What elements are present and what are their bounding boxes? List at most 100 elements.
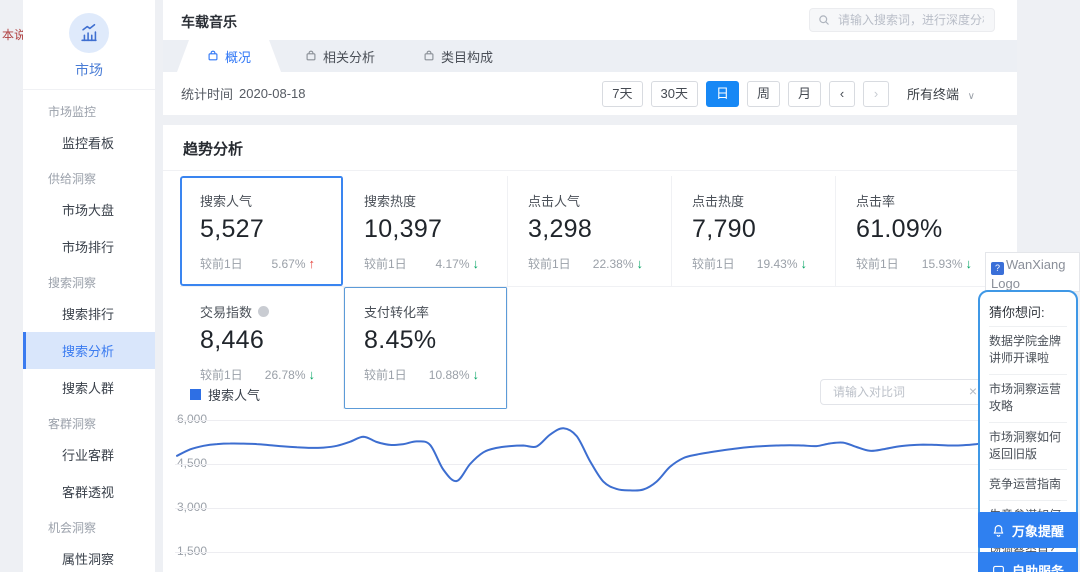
card-search-heat[interactable]: 搜索热度 10,397 较前1日 4.17% ↓ <box>344 176 508 286</box>
empty-cell <box>672 287 836 409</box>
card-search-popularity[interactable]: 搜索人气 5,527 较前1日 5.67%↑ <box>180 176 344 286</box>
change-value: 19.43% <box>757 257 798 271</box>
metric-cards: 搜索人气 5,527 较前1日 5.67%↑ 搜索热度 10,397 较前1日 … <box>180 176 1000 409</box>
compare-label: 较前1日 <box>200 255 243 272</box>
terminal-dropdown[interactable]: 所有终端 ∨ <box>907 84 975 103</box>
chat-icon <box>992 564 1005 572</box>
bag-icon <box>207 50 219 62</box>
card-label: 支付转化率 <box>364 302 503 321</box>
suggestion-item[interactable]: 市场洞察运营攻略 <box>989 374 1067 422</box>
legend-label: 搜索人气 <box>208 385 260 404</box>
stat-time-label: 统计时间 <box>181 84 233 103</box>
tab-overview[interactable]: 概况 <box>177 40 281 72</box>
sidebar-item-search-audience[interactable]: 搜索人群 <box>23 369 155 406</box>
down-arrow-icon: ↓ <box>473 256 480 271</box>
main-content: 车载音乐 概况 <box>163 0 1017 572</box>
card-label-text: 交易指数 <box>200 302 252 321</box>
tab-category-composition[interactable]: 类目构成 <box>399 40 517 72</box>
info-icon[interactable] <box>258 306 269 317</box>
wanxiang-reminder-button[interactable]: 万象提醒 <box>978 512 1078 548</box>
card-label: 点击人气 <box>528 191 667 210</box>
suggestion-item[interactable]: 市场洞察如何返回旧版 <box>989 422 1067 470</box>
sidebar-item-monitor-board[interactable]: 监控看板 <box>23 124 155 161</box>
suggestion-item[interactable]: 数据学院金牌讲师开课啦 <box>989 326 1067 374</box>
down-arrow-icon: ↓ <box>473 367 480 382</box>
tab-strip: 概况 相关分析 类目构成 <box>163 40 1017 72</box>
date-range-group: 7天 30天 日 周 月 ‹ › <box>602 81 889 107</box>
nav-group-search-insight: 搜索洞察 <box>23 265 155 295</box>
range-month-button[interactable]: 月 <box>788 81 821 107</box>
card-label: 搜索人气 <box>200 191 339 210</box>
card-value: 61.09% <box>856 215 996 244</box>
card-click-popularity[interactable]: 点击人气 3,298 较前1日 22.38%↓ <box>508 176 672 286</box>
down-arrow-icon: ↓ <box>637 256 644 271</box>
trend-analysis-block: 趋势分析 搜索人气 5,527 较前1日 5.67%↑ 搜索热度 10,397 <box>163 125 1017 572</box>
range-7d-button[interactable]: 7天 <box>602 81 642 107</box>
keyword-search-box[interactable] <box>809 8 995 32</box>
card-value: 8,446 <box>200 326 339 355</box>
card-label: 搜索热度 <box>364 191 503 210</box>
sidebar-app-block[interactable]: 市场 <box>23 0 155 90</box>
change-value: 5.67% <box>271 257 305 271</box>
trend-title: 趋势分析 <box>163 125 1017 171</box>
compare-label: 较前1日 <box>528 255 571 272</box>
range-week-button[interactable]: 周 <box>747 81 780 107</box>
panel-title: 猜你想问: <box>989 300 1067 326</box>
card-click-rate[interactable]: 点击率 61.09% 较前1日 15.93%↓ <box>836 176 1000 286</box>
change-value: 26.78% <box>265 368 306 382</box>
compare-label: 较前1日 <box>364 255 407 272</box>
broken-image-icon: ? <box>991 262 1004 275</box>
chart-legend: 搜索人气 <box>190 385 260 404</box>
sidebar-item-customer-perspective[interactable]: 客群透视 <box>23 473 155 510</box>
next-period-button[interactable]: › <box>863 81 889 107</box>
sidebar-item-industry-customers[interactable]: 行业客群 <box>23 436 155 473</box>
clear-icon[interactable]: × <box>969 383 977 399</box>
sidebar-nav: 市场监控 监控看板 供给洞察 市场大盘 市场排行 搜索洞察 搜索排行 搜索分析 … <box>23 90 155 572</box>
card-value: 3,298 <box>528 215 667 244</box>
down-arrow-icon: ↓ <box>966 256 973 271</box>
suggestion-item[interactable]: 竞争运营指南 <box>989 469 1067 499</box>
sidebar-item-attribute-insight[interactable]: 属性洞察 <box>23 540 155 572</box>
sidebar-item-market-ranking[interactable]: 市场排行 <box>23 228 155 265</box>
card-payment-conversion[interactable]: 支付转化率 8.45% 较前1日 10.88%↓ <box>344 287 508 409</box>
sidebar-item-search-ranking[interactable]: 搜索排行 <box>23 295 155 332</box>
sidebar-app-label: 市场 <box>23 60 155 80</box>
bag-icon <box>305 50 317 62</box>
down-arrow-icon: ↓ <box>309 367 316 382</box>
search-input[interactable] <box>836 12 986 28</box>
card-click-heat[interactable]: 点击热度 7,790 较前1日 19.43%↓ <box>672 176 836 286</box>
self-service-button[interactable]: 自助服务 <box>978 552 1078 572</box>
compare-label: 较前1日 <box>692 255 735 272</box>
sidebar-item-market-overview[interactable]: 市场大盘 <box>23 191 155 228</box>
change-value: 15.93% <box>922 257 963 271</box>
sidebar: 市场 市场监控 监控看板 供给洞察 市场大盘 市场排行 搜索洞察 搜索排行 搜索… <box>23 0 155 572</box>
tab-related-analysis[interactable]: 相关分析 <box>281 40 399 72</box>
sidebar-item-search-analysis[interactable]: 搜索分析 <box>23 332 155 369</box>
card-label: 交易指数 <box>200 302 339 321</box>
change-value: 22.38% <box>593 257 634 271</box>
prev-period-button[interactable]: ‹ <box>829 81 855 107</box>
card-label: 点击热度 <box>692 191 831 210</box>
nav-group-customer-insight: 客群洞察 <box>23 406 155 436</box>
button-label: 万象提醒 <box>1012 521 1064 540</box>
bag-icon <box>423 50 435 62</box>
change-value: 10.88% <box>429 368 470 382</box>
stat-time-value: 2020-08-18 <box>239 86 306 101</box>
app-window: 本说明 市场 市场监控 监控看板 供给洞察 市场大盘 市场排行 搜索洞察 搜索排… <box>0 0 1080 572</box>
chevron-down-icon: ∨ <box>968 91 975 102</box>
nav-group-opportunity-insight: 机会洞察 <box>23 510 155 540</box>
range-30d-button[interactable]: 30天 <box>651 81 698 107</box>
page-title: 车载音乐 <box>181 12 237 32</box>
compare-label: 较前1日 <box>200 366 243 383</box>
tab-label: 概况 <box>225 47 251 66</box>
assistant-logo-box[interactable]: ?WanXiang Logo <box>985 252 1080 292</box>
compare-label: 较前1日 <box>856 255 899 272</box>
tab-label: 相关分析 <box>323 47 375 66</box>
change-value: 4.17% <box>435 257 469 271</box>
card-value: 8.45% <box>364 326 503 355</box>
compare-label: 较前1日 <box>364 366 407 383</box>
card-value: 10,397 <box>364 215 503 244</box>
card-label: 点击率 <box>856 191 996 210</box>
range-day-button[interactable]: 日 <box>706 81 739 107</box>
nav-group-supply-insight: 供给洞察 <box>23 161 155 191</box>
